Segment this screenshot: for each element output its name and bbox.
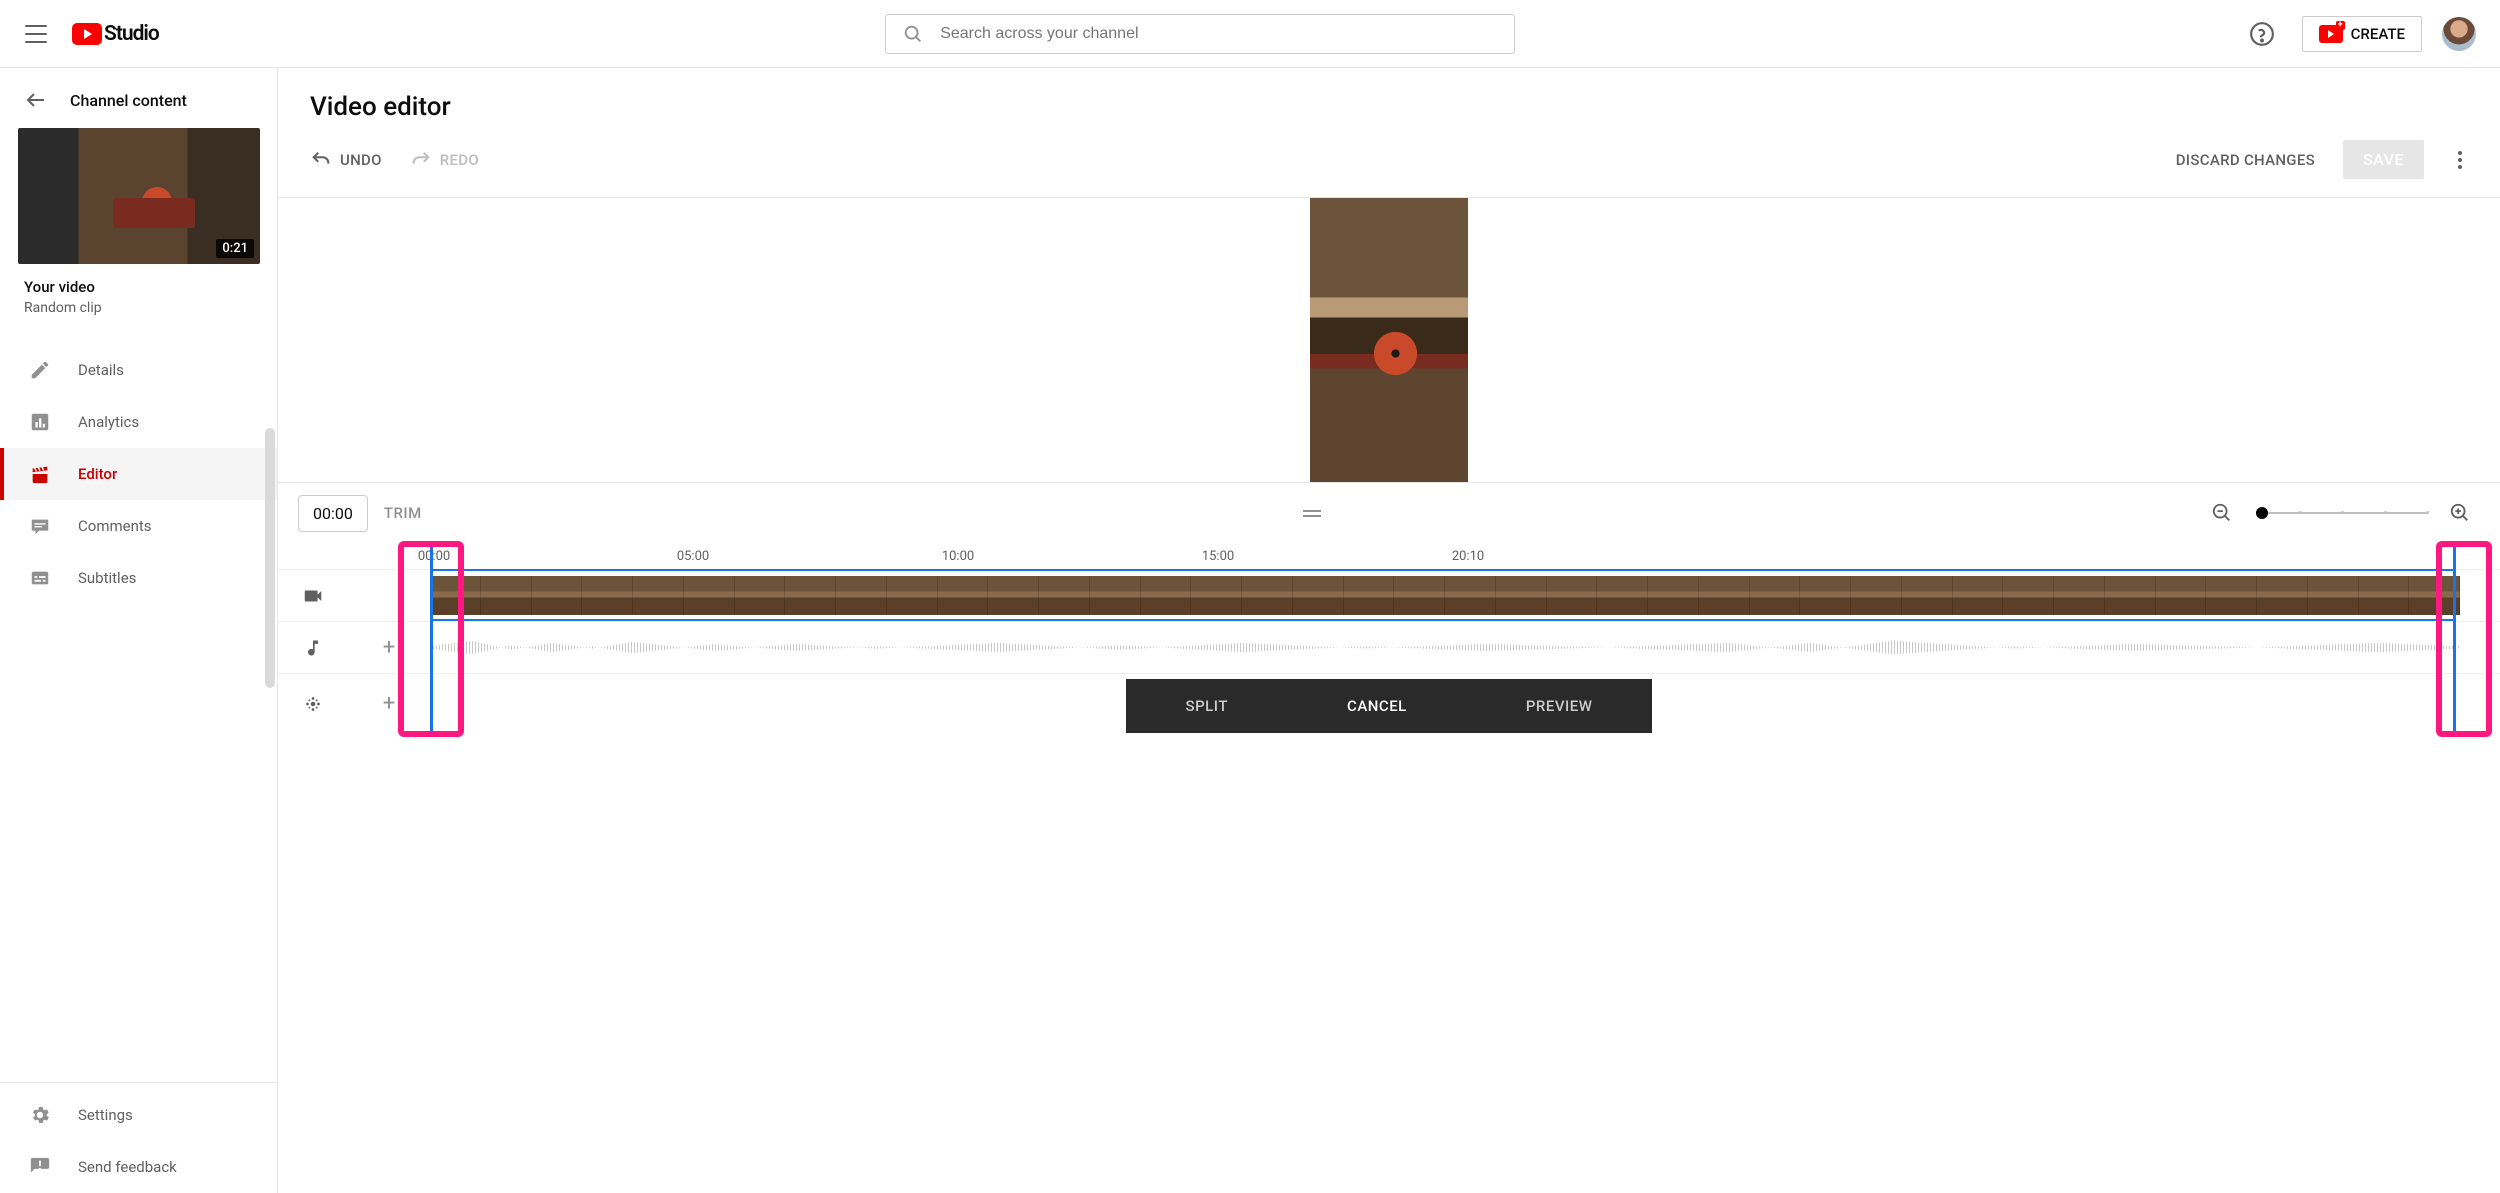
gear-icon	[28, 1103, 52, 1127]
split-button[interactable]: SPLIT	[1170, 689, 1244, 723]
sidebar-item-subtitles[interactable]: Subtitles	[0, 552, 277, 604]
feedback-icon	[28, 1155, 52, 1179]
logo-text: Studio	[104, 22, 159, 46]
back-label: Channel content	[70, 91, 187, 110]
sidebar-item-label: Settings	[78, 1106, 133, 1124]
sidebar-item-label: Details	[78, 361, 124, 379]
preview-trim-button[interactable]: PREVIEW	[1510, 689, 1609, 723]
sidebar-nav: Details Analytics Editor Comments Subtit…	[0, 332, 277, 604]
sidebar-item-settings[interactable]: Settings	[0, 1089, 277, 1141]
video-preview[interactable]	[278, 198, 2500, 482]
page-title: Video editor	[278, 68, 2500, 136]
studio-logo[interactable]: Studio	[72, 22, 159, 46]
comments-icon	[28, 514, 52, 538]
trim-region[interactable]	[430, 569, 2456, 621]
sidebar-item-comments[interactable]: Comments	[0, 500, 277, 552]
preview-frame	[1310, 198, 1468, 482]
your-video-label: Your video	[24, 278, 253, 296]
redo-button: REDO	[410, 149, 479, 171]
sidebar-item-feedback[interactable]: Send feedback	[0, 1141, 277, 1193]
create-camera-icon	[2319, 25, 2343, 43]
add-audio-button[interactable]: +	[348, 635, 430, 660]
music-note-icon	[278, 638, 348, 658]
blur-icon	[278, 693, 348, 715]
time-ruler[interactable]: 00:00 05:00 10:00 15:00 20:10	[278, 543, 2500, 569]
pencil-icon	[28, 358, 52, 382]
editor-toolbar: UNDO REDO DISCARD CHANGES SAVE	[278, 136, 2500, 198]
help-icon[interactable]	[2242, 14, 2282, 54]
audio-track: +	[278, 621, 2500, 673]
save-button: SAVE	[2343, 140, 2424, 179]
sidebar-item-label: Send feedback	[78, 1158, 177, 1176]
menu-icon[interactable]	[24, 22, 48, 46]
sidebar-item-label: Subtitles	[78, 569, 136, 587]
sidebar-item-editor[interactable]: Editor	[0, 448, 277, 500]
subtitles-icon	[28, 566, 52, 590]
sidebar-item-label: Analytics	[78, 413, 139, 431]
undo-button[interactable]: UNDO	[310, 149, 382, 171]
duration-badge: 0:21	[216, 239, 254, 258]
sidebar-item-analytics[interactable]: Analytics	[0, 396, 277, 448]
clapperboard-icon	[28, 462, 52, 486]
redo-icon	[410, 149, 432, 171]
add-blur-button[interactable]: +	[348, 691, 430, 716]
video-thumbnail[interactable]: 0:21	[18, 128, 260, 264]
youtube-play-icon	[72, 23, 102, 45]
search-input[interactable]	[940, 25, 1498, 43]
create-label: CREATE	[2351, 25, 2405, 43]
timeline: 00:00 05:00 10:00 15:00 20:10	[278, 543, 2500, 733]
create-button[interactable]: CREATE	[2302, 16, 2422, 52]
account-avatar[interactable]	[2442, 17, 2476, 51]
audio-track-content[interactable]	[430, 622, 2500, 673]
sidebar-item-label: Editor	[78, 465, 117, 483]
undo-icon	[310, 149, 332, 171]
trim-label[interactable]: TRIM	[384, 504, 422, 522]
main: Video editor UNDO REDO DISCARD CHANGES S…	[278, 68, 2500, 1193]
analytics-icon	[28, 410, 52, 434]
discard-changes-button[interactable]: DISCARD CHANGES	[2176, 151, 2315, 169]
videocam-icon	[278, 585, 348, 607]
panel-drag-handle[interactable]	[438, 510, 2186, 517]
cancel-trim-button[interactable]: CANCEL	[1331, 689, 1423, 723]
trim-handle-right[interactable]	[2453, 543, 2456, 733]
trim-action-bar: SPLIT CANCEL PREVIEW	[1126, 679, 1652, 733]
zoom-out-button[interactable]	[2202, 493, 2242, 533]
sidebar-item-details[interactable]: Details	[0, 344, 277, 396]
header: Studio CREATE	[0, 0, 2500, 68]
sidebar-item-label: Comments	[78, 517, 152, 535]
sidebar: Channel content 0:21 Your video Random c…	[0, 68, 278, 1193]
zoom-slider[interactable]	[2256, 512, 2426, 514]
trim-handle-left[interactable]	[430, 543, 433, 733]
video-title: Random clip	[24, 300, 253, 316]
sidebar-scrollbar[interactable]	[265, 428, 275, 688]
more-menu-icon[interactable]	[2452, 145, 2468, 175]
search-icon	[902, 23, 924, 45]
current-time-input[interactable]: 00:00	[298, 495, 368, 532]
back-to-channel-content[interactable]: Channel content	[0, 68, 277, 124]
back-arrow-icon	[24, 88, 48, 112]
zoom-in-button[interactable]	[2440, 493, 2480, 533]
timeline-controls: 00:00 TRIM	[278, 482, 2500, 543]
search-input-wrap[interactable]	[885, 14, 1515, 54]
